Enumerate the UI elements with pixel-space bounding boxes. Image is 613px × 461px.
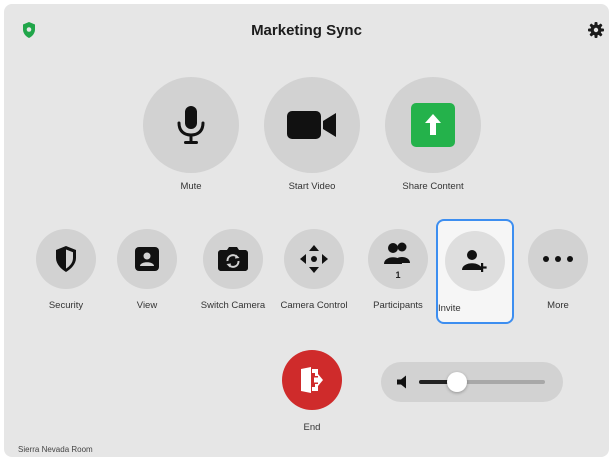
ellipsis-icon: [543, 256, 573, 262]
mute-button[interactable]: Mute: [143, 77, 239, 192]
mute-circle[interactable]: [143, 77, 239, 173]
more-button[interactable]: More: [518, 229, 598, 311]
volume-control[interactable]: [381, 362, 563, 402]
share-arrow-icon: [411, 103, 455, 147]
invite-label: Invite: [438, 303, 461, 314]
invite-circle[interactable]: [445, 231, 505, 291]
invite-button[interactable]: Invite: [436, 219, 514, 324]
view-circle[interactable]: [117, 229, 177, 289]
switch-camera-button[interactable]: Switch Camera: [188, 229, 278, 311]
switch-camera-label: Switch Camera: [200, 300, 266, 311]
share-content-label: Share Content: [402, 181, 464, 192]
share-content-button[interactable]: Share Content: [385, 77, 481, 192]
camera-control-button[interactable]: Camera Control: [269, 229, 359, 311]
meeting-title: Marketing Sync: [251, 22, 362, 39]
gear-icon[interactable]: [588, 22, 604, 38]
camera-switch-icon: [218, 247, 248, 271]
participants-circle[interactable]: 1: [368, 229, 428, 289]
video-camera-icon: [287, 111, 336, 139]
exit-door-icon: [301, 367, 323, 393]
share-content-circle[interactable]: [385, 77, 481, 173]
volume-track[interactable]: [419, 372, 545, 392]
volume-slider-thumb[interactable]: [446, 372, 467, 392]
meeting-controller-window: Marketing Sync Mute Start Video Share Co…: [4, 4, 609, 457]
camera-control-label: Camera Control: [280, 300, 348, 311]
room-name: Sierra Nevada Room: [18, 445, 93, 454]
security-label: Security: [48, 300, 84, 311]
end-call-circle[interactable]: [282, 350, 342, 410]
people-icon: [384, 242, 410, 264]
start-video-circle[interactable]: [264, 77, 360, 173]
view-button[interactable]: View: [102, 229, 192, 311]
start-video-label: Start Video: [288, 181, 336, 192]
view-label: View: [136, 300, 158, 311]
more-circle[interactable]: [528, 229, 588, 289]
camera-control-circle[interactable]: [284, 229, 344, 289]
switch-camera-circle[interactable]: [203, 229, 263, 289]
view-person-icon: [135, 247, 159, 271]
directional-arrows-icon: [300, 245, 328, 273]
shield-icon: [56, 246, 76, 272]
participants-label: Participants: [373, 300, 423, 311]
microphone-icon: [177, 106, 205, 144]
start-video-button[interactable]: Start Video: [264, 77, 360, 192]
security-circle[interactable]: [36, 229, 96, 289]
add-person-icon: [462, 250, 487, 272]
speaker-icon: [397, 375, 406, 389]
participants-button[interactable]: 1 Participants: [353, 229, 443, 311]
end-call-button[interactable]: End: [282, 350, 342, 433]
security-button[interactable]: Security: [21, 229, 111, 311]
participants-count: 1: [395, 270, 401, 280]
mute-label: Mute: [180, 181, 202, 192]
more-label: More: [547, 300, 569, 311]
end-call-label: End: [303, 422, 321, 433]
